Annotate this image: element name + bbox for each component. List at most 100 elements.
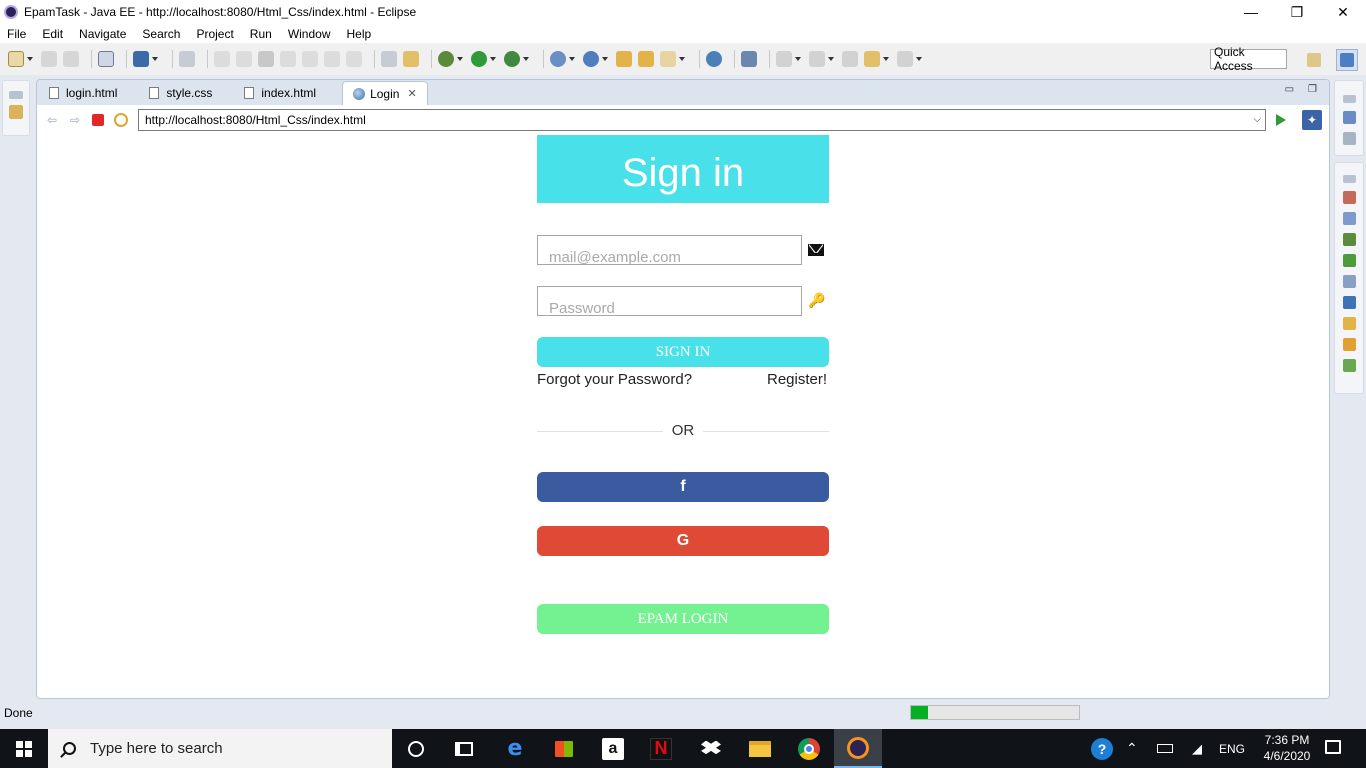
forgot-password-link[interactable]: Forgot your Password?: [537, 371, 692, 388]
outline-icon[interactable]: [1342, 111, 1356, 124]
debug-icon[interactable]: [438, 51, 454, 67]
new-server-dropdown-icon[interactable]: [569, 57, 575, 61]
menu-search[interactable]: Search: [134, 27, 188, 41]
disconnect-icon[interactable]: [280, 51, 296, 67]
tab-login-browser[interactable]: Login ✕: [342, 81, 428, 105]
open-external-browser-icon[interactable]: ✦: [1302, 110, 1322, 130]
password-field[interactable]: Password: [537, 286, 802, 316]
junit-icon[interactable]: [1342, 359, 1356, 372]
coverage-dropdown-icon[interactable]: [523, 57, 529, 61]
url-input[interactable]: http://localhost:8080/Html_Css/index.htm…: [138, 109, 1266, 131]
debug-dropdown-icon[interactable]: [457, 57, 463, 61]
register-link[interactable]: Register!: [767, 371, 827, 388]
restore-view-icon[interactable]: [1342, 175, 1356, 183]
terminate-icon[interactable]: [258, 51, 274, 67]
search-dropdown-icon[interactable]: [679, 57, 685, 61]
open-browser-icon[interactable]: [706, 51, 722, 67]
tab-style-css[interactable]: style.css: [139, 81, 222, 105]
last-edit-icon[interactable]: [842, 51, 858, 67]
chrome-button[interactable]: [785, 729, 833, 768]
menu-project[interactable]: Project: [188, 27, 241, 41]
forward-icon[interactable]: [897, 51, 913, 67]
help-tray-button[interactable]: ?: [1091, 729, 1113, 768]
back-icon[interactable]: [864, 51, 880, 67]
java-ee-perspective-button[interactable]: [1336, 49, 1358, 71]
binary-icon[interactable]: [98, 51, 114, 67]
suspend-icon[interactable]: [236, 51, 252, 67]
servers-icon[interactable]: [1342, 233, 1356, 246]
eclipse-taskbar-button[interactable]: [834, 729, 882, 768]
taskbar-clock[interactable]: 7:36 PM 4/6/2020: [1252, 732, 1322, 764]
data-source-icon[interactable]: [1342, 254, 1356, 267]
step-into-icon[interactable]: [302, 51, 318, 67]
show-hidden-icons-button[interactable]: ⌃: [1126, 729, 1138, 768]
store-button[interactable]: [540, 729, 588, 768]
use-step-filters-icon[interactable]: [381, 51, 397, 67]
minimize-view-icon[interactable]: ▭: [1285, 84, 1294, 95]
resume-icon[interactable]: [214, 51, 230, 67]
console-icon[interactable]: [133, 51, 149, 67]
run-icon[interactable]: [471, 51, 487, 67]
coverage-icon[interactable]: [504, 51, 520, 67]
browser-refresh-icon[interactable]: [114, 113, 128, 127]
save-icon[interactable]: [41, 51, 57, 67]
console-dropdown-icon[interactable]: [152, 57, 158, 61]
quick-access-input[interactable]: Quick Access: [1210, 45, 1287, 73]
step-return-icon[interactable]: [346, 51, 362, 67]
amazon-button[interactable]: a: [589, 729, 637, 768]
go-icon[interactable]: [1276, 114, 1286, 126]
git-staging-icon[interactable]: [1342, 338, 1356, 351]
menu-run[interactable]: Run: [242, 27, 280, 41]
progress-view-icon[interactable]: [1342, 317, 1356, 330]
open-task-icon[interactable]: [638, 51, 654, 67]
console-view-icon[interactable]: [1342, 296, 1356, 309]
dropbox-button[interactable]: [687, 729, 735, 768]
language-tray-button[interactable]: ENG: [1219, 729, 1245, 768]
save-all-icon[interactable]: [63, 51, 79, 67]
skip-breakpoints-icon[interactable]: [179, 51, 195, 67]
forward-dropdown-icon[interactable]: [916, 57, 922, 61]
facebook-login-button[interactable]: f: [537, 472, 829, 502]
restore-view-icon[interactable]: [1342, 95, 1356, 103]
google-login-button[interactable]: G: [537, 526, 829, 556]
browser-stop-icon[interactable]: [92, 114, 104, 126]
new-class-dropdown-icon[interactable]: [602, 57, 608, 61]
previous-annotation-icon[interactable]: [809, 51, 825, 67]
search-tool-icon[interactable]: [660, 51, 676, 67]
taskbar-search-box[interactable]: Type here to search: [48, 729, 392, 768]
step-over-icon[interactable]: [324, 51, 340, 67]
next-annotation-dropdown-icon[interactable]: [795, 57, 801, 61]
netflix-button[interactable]: N: [637, 729, 685, 768]
project-explorer-icon[interactable]: [9, 105, 23, 119]
edge-button[interactable]: e: [491, 729, 539, 768]
snippets-icon[interactable]: [1342, 275, 1356, 288]
epam-login-button[interactable]: EPAM LOGIN: [537, 604, 829, 634]
start-button[interactable]: [0, 729, 48, 768]
restore-view-icon[interactable]: [9, 91, 23, 99]
sign-in-button[interactable]: SIGN IN: [537, 337, 829, 367]
previous-annotation-dropdown-icon[interactable]: [828, 57, 834, 61]
battery-tray-button[interactable]: [1157, 729, 1173, 768]
email-field[interactable]: mail@example.com: [537, 235, 802, 265]
new-dropdown-icon[interactable]: [27, 57, 33, 61]
open-perspective-tool-icon[interactable]: [741, 51, 757, 67]
new-server-icon[interactable]: [550, 51, 566, 67]
next-annotation-icon[interactable]: [776, 51, 792, 67]
close-tab-icon[interactable]: ✕: [407, 87, 416, 100]
menu-help[interactable]: Help: [339, 27, 380, 41]
task-view-button[interactable]: [440, 729, 488, 768]
open-perspective-button[interactable]: [1303, 49, 1325, 71]
restore-button[interactable]: ❐: [1274, 0, 1320, 24]
chevron-down-icon[interactable]: ⌵: [1253, 114, 1261, 125]
file-explorer-button[interactable]: [736, 729, 784, 768]
tab-index-html[interactable]: index.html: [234, 81, 326, 105]
back-dropdown-icon[interactable]: [883, 57, 889, 61]
close-window-button[interactable]: ✕: [1320, 0, 1366, 24]
properties-icon[interactable]: [1342, 212, 1356, 225]
browser-back-icon[interactable]: ⇦: [44, 112, 60, 128]
server-icon[interactable]: [403, 51, 419, 67]
menu-navigate[interactable]: Navigate: [71, 27, 134, 41]
minimize-button[interactable]: —: [1228, 0, 1274, 24]
network-tray-button[interactable]: ◢: [1192, 729, 1202, 768]
menu-window[interactable]: Window: [280, 27, 339, 41]
